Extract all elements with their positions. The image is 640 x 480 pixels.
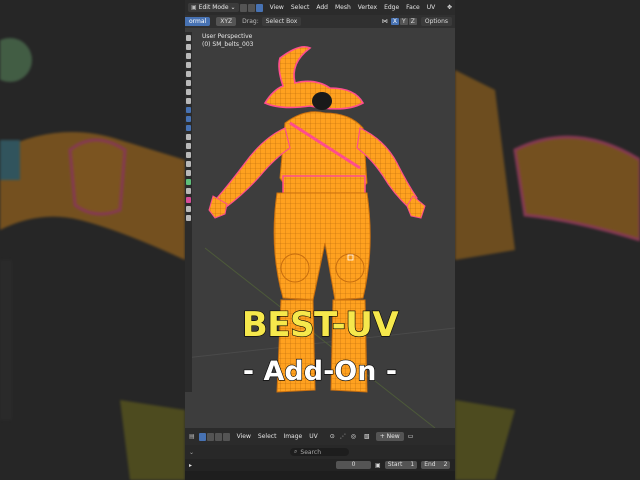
annotate-tool-icon[interactable]	[186, 89, 191, 95]
end-value: 2	[443, 461, 448, 468]
scale-tool-icon[interactable]	[186, 71, 191, 77]
tool-settings-header: ormal XYZ Drag: Select Box ⋈ X Y Z Optio…	[185, 15, 455, 28]
search-icon: ⌕	[294, 448, 298, 455]
butterfly-icon: ⋈	[381, 18, 388, 25]
gizmo-icon[interactable]: ✥	[447, 4, 452, 11]
uv-face-mode-button[interactable]	[222, 432, 230, 441]
perspective-label: User Perspective	[202, 33, 253, 40]
cursor-tool-icon[interactable]	[186, 44, 191, 50]
mirror-axes: ⋈ X Y Z	[380, 18, 417, 25]
new-image-label: New	[386, 433, 400, 440]
filter-chevron-icon[interactable]: ⌄	[189, 449, 194, 456]
edge-slide-tool-icon[interactable]	[186, 188, 191, 194]
poly-build-tool-icon[interactable]	[186, 161, 191, 167]
pants-mesh	[273, 192, 371, 301]
spin-tool-icon[interactable]	[186, 170, 191, 176]
proportional-icon[interactable]: ◎	[351, 433, 356, 440]
menu-face[interactable]: Face	[406, 4, 420, 11]
search-placeholder: Search	[300, 448, 322, 456]
folder-icon[interactable]: ▭	[408, 433, 414, 440]
outliner-search-row: ⌄ ⌕ Search	[185, 445, 455, 459]
blurred-background-right	[455, 0, 640, 480]
pivot-icon[interactable]: ⊙	[330, 433, 335, 440]
uv-menu-image[interactable]: Image	[283, 433, 302, 440]
bevel-tool-icon[interactable]	[186, 134, 191, 140]
chevron-down-icon: ⌄	[230, 4, 236, 11]
menu-mesh[interactable]: Mesh	[335, 4, 351, 11]
rip-tool-icon[interactable]	[186, 215, 191, 221]
face-hole	[312, 92, 332, 110]
object-name-label: (0) SM_belts_003	[202, 41, 254, 48]
shear-tool-icon[interactable]	[186, 206, 191, 212]
overlay-subtitle: - Add-On -	[242, 355, 398, 387]
new-image-button[interactable]: + New	[375, 432, 404, 441]
uv-menu-uv[interactable]: UV	[309, 433, 318, 440]
axis-x-toggle[interactable]: X	[390, 18, 400, 25]
blurred-character-right	[455, 70, 640, 480]
uv-editor-type-icon[interactable]: ▤	[189, 433, 195, 440]
move-tool-icon[interactable]	[186, 53, 191, 59]
right-knee-mesh	[335, 253, 365, 283]
transform-tool-icon[interactable]	[186, 80, 191, 86]
start-frame-field[interactable]: Start 1	[384, 461, 418, 469]
drag-label: Drag:	[242, 18, 259, 25]
uv-menu-view[interactable]: View	[237, 433, 251, 440]
axis-z-toggle[interactable]: Z	[408, 18, 417, 25]
search-field[interactable]: ⌕ Search	[290, 448, 350, 456]
select-mode-face-button[interactable]	[255, 3, 263, 12]
inset-tool-icon[interactable]	[186, 125, 191, 131]
shrink-tool-icon[interactable]	[186, 197, 191, 203]
image-browse-icon[interactable]: ▧	[364, 433, 370, 440]
knife-tool-icon[interactable]	[186, 152, 191, 158]
left-knee-mesh	[280, 253, 310, 283]
blender-window: ▣ Edit Mode ⌄ View Select Add Mesh Verte…	[185, 0, 455, 480]
loop-cut-tool-icon[interactable]	[186, 143, 191, 149]
blurred-background-left	[0, 0, 185, 480]
rotate-tool-icon[interactable]	[186, 62, 191, 68]
mode-selector[interactable]: ▣ Edit Mode ⌄	[188, 3, 239, 12]
pivot-selector[interactable]: XYZ	[216, 17, 237, 26]
end-frame-field[interactable]: End 2	[421, 461, 451, 469]
menu-edge[interactable]: Edge	[384, 4, 399, 11]
uv-editor-header: ▤ View Select Image UV ⊙ ⋰ ◎ ▧ + New ▭	[185, 428, 455, 445]
extrude-tool-icon[interactable]	[186, 116, 191, 122]
uv-sync-toggle[interactable]	[198, 432, 206, 441]
status-bar	[185, 471, 455, 480]
blurred-character-left	[0, 38, 185, 480]
menu-select[interactable]: Select	[291, 4, 310, 11]
overlay-title: BEST-UV	[241, 304, 399, 345]
viewport-header: ▣ Edit Mode ⌄ View Select Add Mesh Verte…	[185, 0, 455, 15]
menu-view[interactable]: View	[270, 4, 284, 11]
orientation-selector[interactable]: ormal	[185, 17, 211, 26]
end-label: End	[424, 461, 436, 468]
uv-vertex-mode-button[interactable]	[206, 432, 214, 441]
timeline-menu-icon[interactable]: ▸	[189, 462, 192, 469]
select-box-dropdown[interactable]: Select Box	[261, 17, 302, 26]
keyframe-icon[interactable]: ▣	[375, 462, 381, 469]
timeline-bar: ▸ 0 ▣ Start 1 End 2	[185, 459, 455, 471]
edit-mode-icon: ▣	[191, 4, 197, 11]
axis-y-toggle[interactable]: Y	[400, 18, 408, 25]
snap-icon[interactable]: ⋰	[340, 433, 346, 440]
current-frame-field[interactable]: 0	[336, 461, 372, 469]
measure-tool-icon[interactable]	[186, 98, 191, 104]
mode-label: Edit Mode	[198, 4, 229, 11]
select-mode-edge-button[interactable]	[247, 3, 255, 12]
select-tool-icon[interactable]	[186, 35, 191, 41]
smooth-tool-icon[interactable]	[186, 179, 191, 185]
menu-add[interactable]: Add	[316, 4, 328, 11]
add-cube-tool-icon[interactable]	[186, 107, 191, 113]
menu-vertex[interactable]: Vertex	[358, 4, 377, 11]
uv-menu-select[interactable]: Select	[258, 433, 277, 440]
uv-edge-mode-button[interactable]	[214, 432, 222, 441]
options-dropdown[interactable]: Options	[420, 17, 452, 26]
menu-uv[interactable]: UV	[427, 4, 436, 11]
start-label: Start	[387, 461, 403, 468]
start-value: 1	[410, 461, 415, 468]
select-mode-vertex-button[interactable]	[239, 3, 247, 12]
